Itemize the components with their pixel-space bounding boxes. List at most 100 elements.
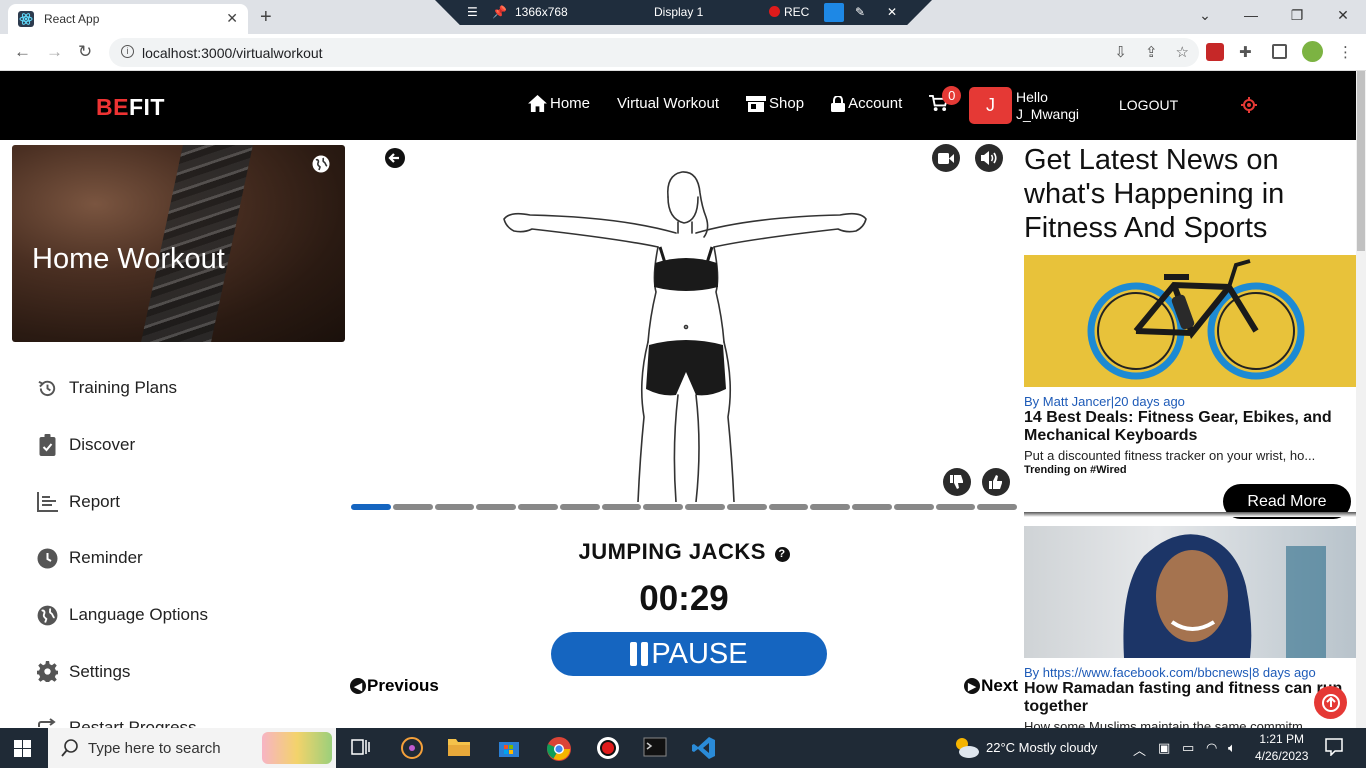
- pin-icon[interactable]: 📌: [492, 5, 507, 19]
- share-icon[interactable]: ⇪: [1145, 43, 1158, 61]
- home-workout-card[interactable]: Home Workout: [12, 145, 345, 342]
- recorder-stop-icon[interactable]: [824, 3, 844, 22]
- new-tab-icon[interactable]: +: [260, 6, 272, 29]
- address-bar[interactable]: i localhost:3000/virtualworkout ⇩ ⇪ ☆: [109, 38, 1199, 67]
- taskbar-search[interactable]: Type here to search: [48, 728, 336, 768]
- chrome-menu-icon[interactable]: ⋮: [1338, 43, 1356, 61]
- logout-button[interactable]: LOGOUT: [1119, 97, 1178, 113]
- news-panel: Get Latest News on what's Happening in F…: [1024, 143, 1356, 734]
- menu-icon[interactable]: ☰: [467, 5, 478, 19]
- page-scrollbar[interactable]: [1356, 71, 1366, 728]
- crosshair-icon[interactable]: [1241, 97, 1257, 113]
- close-window-icon[interactable]: ✕: [1320, 0, 1366, 30]
- bookmark-star-icon[interactable]: ☆: [1176, 43, 1189, 61]
- volume-tray-icon[interactable]: 🔈︎: [1228, 740, 1236, 756]
- extension-icon[interactable]: [1206, 42, 1224, 61]
- task-view-icon[interactable]: [350, 736, 374, 760]
- meet-icon[interactable]: ▣: [1158, 740, 1170, 756]
- progress-segment: [476, 504, 516, 510]
- pause-button[interactable]: PAUSE: [551, 632, 827, 676]
- file-explorer-icon[interactable]: [447, 736, 471, 760]
- user-avatar[interactable]: J: [969, 87, 1012, 124]
- tab-title: React App: [44, 12, 100, 26]
- nav-home-label: Home: [550, 95, 591, 112]
- weather-icon[interactable]: [952, 736, 980, 763]
- sidepanel-icon[interactable]: [1272, 44, 1287, 59]
- windows-start-icon[interactable]: [14, 740, 31, 757]
- next-button[interactable]: ▶ Next: [964, 676, 1018, 696]
- back-icon[interactable]: ←: [14, 42, 31, 62]
- sound-button[interactable]: [975, 144, 1003, 172]
- terminal-icon[interactable]: [643, 736, 667, 760]
- greeting-username: J_Mwangi: [1016, 106, 1080, 122]
- previous-button[interactable]: ◀ Previous: [350, 676, 439, 696]
- restore-icon[interactable]: ❐: [1274, 0, 1320, 30]
- puzzle-icon[interactable]: ✚: [1239, 43, 1257, 61]
- store-icon: [746, 95, 767, 112]
- news-card[interactable]: By https://www.facebook.com/bbcnews|8 da…: [1024, 526, 1356, 734]
- search-placeholder: Type here to search: [88, 740, 221, 757]
- search-icon: [61, 739, 78, 757]
- befit-logo[interactable]: BEFIT: [96, 94, 165, 121]
- sidebar-item-settings[interactable]: Settings: [36, 643, 208, 700]
- progress-segment: [643, 504, 683, 510]
- dislike-button[interactable]: [943, 468, 971, 496]
- news-title[interactable]: 14 Best Deals: Fitness Gear, Ebikes, and…: [1024, 409, 1356, 445]
- nav-cart[interactable]: 0: [929, 86, 962, 112]
- nav-account-label: Account: [848, 95, 903, 112]
- wifi-icon[interactable]: ◠: [1206, 740, 1217, 756]
- news-title[interactable]: How Ramadan fasting and fitness can run …: [1024, 680, 1356, 716]
- close-tab-icon[interactable]: ✕: [226, 10, 238, 27]
- chevron-up-icon[interactable]: ︿: [1133, 740, 1146, 759]
- ebike-image[interactable]: [1024, 255, 1356, 387]
- screen-recorder-icon[interactable]: [596, 736, 620, 760]
- globe-icon[interactable]: [312, 155, 330, 173]
- nav-shop[interactable]: Shop: [746, 95, 804, 112]
- nav-home[interactable]: Home: [528, 95, 590, 112]
- scroll-to-top-button[interactable]: [1314, 686, 1347, 719]
- sidebar-item-language-options[interactable]: Language Options: [36, 587, 208, 644]
- profile-avatar[interactable]: [1302, 41, 1323, 62]
- sidebar-item-training-plans[interactable]: Training Plans: [36, 360, 208, 417]
- video-button[interactable]: [932, 144, 960, 172]
- nav-account[interactable]: Account: [831, 95, 902, 112]
- chrome-icon[interactable]: [546, 736, 571, 761]
- notification-icon[interactable]: [1325, 738, 1343, 759]
- progress-segment: [852, 504, 892, 510]
- pen-icon[interactable]: ✎: [855, 5, 865, 19]
- home-icon: [528, 95, 547, 112]
- forward-icon[interactable]: →: [46, 42, 63, 62]
- sidebar-item-report[interactable]: Report: [36, 473, 208, 530]
- window-controls: ⌄ — ❐ ✕: [1182, 0, 1366, 30]
- tab-search-icon[interactable]: ⌄: [1182, 0, 1228, 30]
- like-button[interactable]: [982, 468, 1010, 496]
- reload-icon[interactable]: ↻: [78, 42, 92, 62]
- news-card[interactable]: By Matt Jancer|20 days ago 14 Best Deals…: [1024, 255, 1356, 519]
- taskbar-clock[interactable]: 1:21 PM 4/26/2023: [1255, 731, 1308, 765]
- news-meta[interactable]: By https://www.facebook.com/bbcnews|8 da…: [1024, 665, 1356, 680]
- recorder-close-icon[interactable]: ✕: [887, 5, 897, 19]
- media-player-icon[interactable]: [400, 736, 424, 760]
- sidebar-item-discover[interactable]: Discover: [36, 417, 208, 474]
- pause-label: PAUSE: [651, 637, 748, 670]
- news-meta[interactable]: By Matt Jancer|20 days ago: [1024, 394, 1356, 409]
- nav-virtual-workout[interactable]: Virtual Workout: [617, 95, 719, 112]
- thumbs-down-icon: [950, 475, 963, 489]
- scrollbar-thumb[interactable]: [1357, 71, 1365, 251]
- microsoft-store-icon[interactable]: [497, 736, 521, 760]
- url-text[interactable]: localhost:3000/virtualworkout: [142, 45, 323, 61]
- back-arrow-icon[interactable]: [384, 147, 406, 169]
- sidebar-item-reminder[interactable]: Reminder: [36, 530, 208, 587]
- battery-icon[interactable]: ▭: [1182, 740, 1194, 756]
- help-icon[interactable]: ?: [774, 547, 790, 562]
- minimize-icon[interactable]: —: [1228, 0, 1274, 30]
- weather-text[interactable]: 22°C Mostly cloudy: [986, 740, 1097, 755]
- progress-segment: [434, 504, 475, 510]
- vscode-icon[interactable]: [692, 736, 716, 760]
- site-info-icon[interactable]: i: [121, 45, 134, 58]
- browser-tab[interactable]: React App ✕: [8, 4, 248, 34]
- hero-title: Home Workout: [32, 243, 225, 275]
- install-icon[interactable]: ⇩: [1114, 43, 1127, 61]
- rec-button[interactable]: REC: [769, 5, 809, 19]
- news-photo[interactable]: [1024, 526, 1356, 658]
